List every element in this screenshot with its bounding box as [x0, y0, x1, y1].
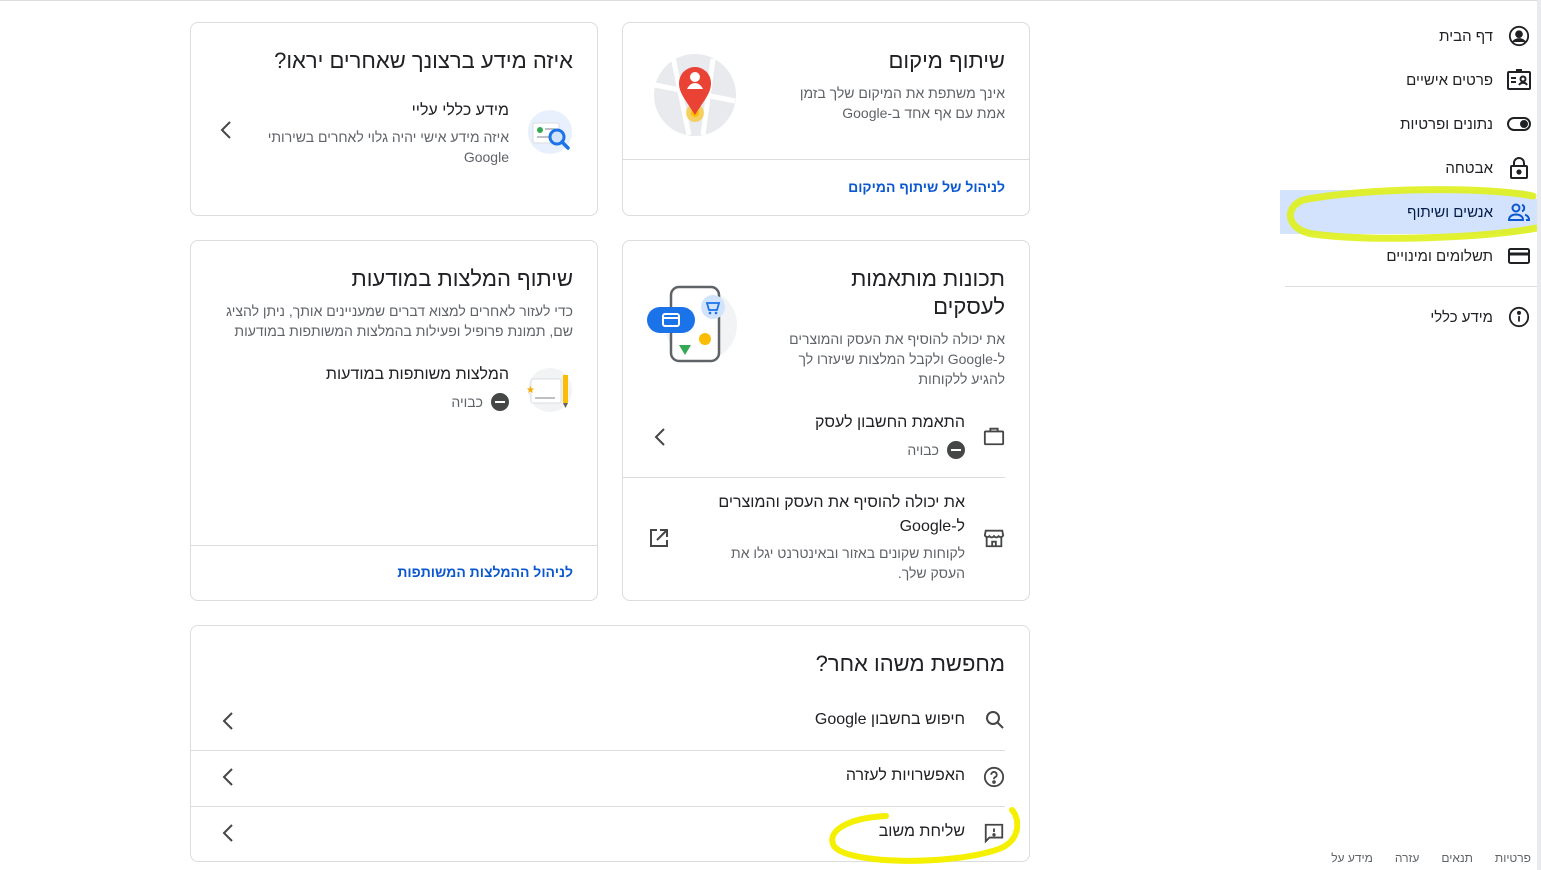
- profile-search-icon: [527, 109, 573, 155]
- chevron-left-icon: [221, 710, 235, 737]
- open-in-new-icon[interactable]: [649, 528, 669, 553]
- storefront-icon: [981, 527, 1005, 551]
- sidebar-item-about[interactable]: מידע כללי: [1280, 295, 1541, 339]
- sidebar-item-security[interactable]: אבטחה: [1280, 146, 1541, 190]
- row-title: את יכולה להוסיף את העסק והמוצרים ל-Googl…: [718, 494, 965, 535]
- sidebar-item-people-sharing[interactable]: אנשים ושיתוף: [1280, 190, 1541, 234]
- looking-for-something-else-card: מחפשת משהו אחר? חיפוש בחשבון Google האפש…: [190, 625, 1030, 862]
- shared-endorsements-card: שיתוף המלצות במודעות כדי לעזור לאחרים למ…: [190, 240, 598, 601]
- footer-help-link[interactable]: עזרה: [1395, 851, 1420, 865]
- sidebar-item-label: נתונים ופרטיות: [1400, 115, 1493, 133]
- ratings-icon: ★★★: [508, 367, 573, 413]
- row-title: מידע כללי עליי: [411, 102, 509, 119]
- sidebar-item-data-privacy[interactable]: נתונים ופרטיות: [1280, 102, 1541, 146]
- business-features-card: תכונות מותאמות לעסקים את יכולה להוסיף את…: [622, 240, 1030, 601]
- footer-terms-link[interactable]: תנאים: [1441, 851, 1473, 865]
- status-label: כבויה: [451, 394, 483, 410]
- help-options-row[interactable]: האפשרויות לעזרה: [191, 750, 1005, 806]
- chevron-left-icon: [221, 822, 235, 849]
- sidebar-item-label: תשלומים ומינויים: [1386, 247, 1493, 265]
- add-business-row[interactable]: את יכולה להוסיף את העסק והמוצרים ל-Googl…: [705, 491, 965, 583]
- about-me-row[interactable]: מידע כללי עליי איזה מידע אישי יהיה גלוי …: [249, 99, 509, 167]
- search-account-row[interactable]: חיפוש בחשבון Google: [191, 694, 1005, 750]
- account-circle-icon: [1507, 24, 1531, 48]
- sidebar-nav: דף הבית פרטים אישיים נתונים ופרטיות אבטח…: [1280, 14, 1541, 339]
- top-border: [0, 0, 1541, 1]
- minus-circle-icon: [491, 393, 509, 411]
- footer-privacy-link[interactable]: פרטיות: [1495, 851, 1531, 865]
- minus-circle-icon: [947, 441, 965, 459]
- svg-text:★★★: ★★★: [527, 385, 535, 396]
- location-illustration: [653, 53, 737, 137]
- business-illustration: [645, 283, 737, 367]
- credit-card-icon: [1507, 244, 1531, 268]
- card-description: אינך משתפת את המיקום שלך בזמן אמת עם אף …: [799, 85, 1005, 121]
- chevron-left-icon[interactable]: [653, 426, 667, 454]
- status-off: כבויה: [815, 441, 965, 459]
- help-icon: [983, 766, 1005, 793]
- row-description: איזה מידע אישי יהיה גלוי לאחרים בשירותי …: [267, 129, 509, 165]
- row-title: המלצות משותפות במודעות: [325, 366, 509, 383]
- sidebar-item-label: דף הבית: [1439, 27, 1493, 45]
- sidebar-divider: [1285, 286, 1541, 287]
- card-title: תכונות מותאמות לעסקים: [851, 266, 1005, 319]
- people-icon: [1507, 200, 1531, 224]
- card-description: את יכולה להוסיף את העסק והמוצרים ל-Googl…: [789, 331, 1005, 387]
- row-label: חיפוש בחשבון Google: [814, 711, 965, 728]
- chevron-left-icon: [221, 766, 235, 793]
- row-label: שליחת משוב: [878, 823, 965, 840]
- chevron-left-icon[interactable]: [219, 119, 233, 147]
- scrollbar[interactable]: [1537, 0, 1541, 870]
- briefcase-icon: [981, 425, 1005, 449]
- status-off: כבויה: [326, 393, 509, 411]
- status-label: כבויה: [907, 442, 939, 458]
- sidebar-item-label: אנשים ושיתוף: [1407, 203, 1493, 221]
- info-icon: [1507, 305, 1531, 329]
- sidebar-item-home[interactable]: דף הבית: [1280, 14, 1541, 58]
- manage-endorsements-link[interactable]: לניהול ההמלצות המשותפות: [397, 564, 573, 580]
- search-icon: [985, 710, 1005, 735]
- toggle-icon: [1507, 112, 1531, 136]
- card-title: איזה מידע ברצונך שאחרים יראו?: [274, 48, 573, 73]
- row-description: לקוחות שקונים באזור ובאינטרנט יגלו את הע…: [731, 545, 965, 581]
- location-sharing-card: שיתוף מיקום אינך משתפת את המיקום שלך בזמ…: [622, 22, 1030, 216]
- sidebar-item-label: מידע כללי: [1430, 308, 1493, 326]
- card-title: מחפשת משהו אחר?: [815, 651, 1005, 676]
- about-info-card: איזה מידע ברצונך שאחרים יראו? מידע כללי …: [190, 22, 598, 216]
- card-title: שיתוף המלצות במודעות: [351, 266, 573, 291]
- sidebar-item-label: פרטים אישיים: [1406, 71, 1493, 89]
- card-title: שיתוף מיקום: [888, 48, 1005, 73]
- feedback-icon: [983, 822, 1005, 849]
- send-feedback-row[interactable]: שליחת משוב: [191, 806, 1005, 861]
- footer-about-link[interactable]: מידע על: [1331, 851, 1373, 865]
- sidebar-item-personal-info[interactable]: פרטים אישיים: [1280, 58, 1541, 102]
- sidebar-item-payments[interactable]: תשלומים ומינויים: [1280, 234, 1541, 278]
- manage-location-sharing-link[interactable]: לניהול של שיתוף המיקום: [848, 179, 1005, 195]
- id-card-icon: [1507, 68, 1531, 92]
- business-account-row[interactable]: התאמת החשבון לעסק כבויה: [815, 411, 965, 459]
- footer-links: פרטיות תנאים עזרה מידע על: [1326, 851, 1531, 865]
- card-description: כדי לעזור לאחרים למצוא דברים שמעניינים א…: [226, 303, 573, 339]
- shared-endorsements-row[interactable]: המלצות משותפות במודעות כבויה: [326, 363, 509, 411]
- row-title: התאמת החשבון לעסק: [815, 414, 965, 431]
- sidebar-item-label: אבטחה: [1445, 159, 1493, 177]
- lock-icon: [1507, 156, 1531, 180]
- row-label: האפשרויות לעזרה: [845, 767, 965, 784]
